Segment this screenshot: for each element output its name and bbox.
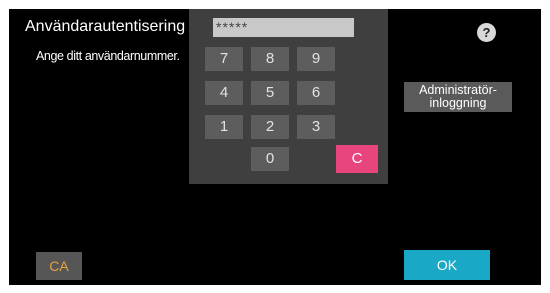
key-5[interactable]: 5 (251, 81, 289, 105)
key-4[interactable]: 4 (205, 81, 243, 105)
key-3[interactable]: 3 (297, 115, 335, 139)
key-2[interactable]: 2 (251, 115, 289, 139)
admin-login-button[interactable]: Administratör- inloggning (404, 82, 512, 112)
key-1[interactable]: 1 (205, 115, 243, 139)
ok-button[interactable]: OK (404, 250, 490, 280)
clear-all-button[interactable]: CA (36, 252, 82, 280)
auth-screen: Användarautentisering Ange ditt användar… (9, 9, 541, 285)
page-title: Användarautentisering (25, 18, 186, 35)
key-9[interactable]: 9 (297, 47, 335, 71)
key-7[interactable]: 7 (205, 47, 243, 71)
key-0[interactable]: 0 (251, 147, 289, 171)
keypad-panel: ***** 7 8 9 4 5 6 1 2 3 0 C (189, 9, 388, 184)
key-8[interactable]: 8 (251, 47, 289, 71)
help-icon[interactable]: ? (477, 23, 496, 42)
instruction-text: Ange ditt användarnummer. (36, 49, 180, 63)
key-6[interactable]: 6 (297, 81, 335, 105)
user-number-input[interactable]: ***** (213, 18, 354, 37)
clear-button[interactable]: C (336, 145, 378, 173)
admin-login-label-line2: inloggning (429, 96, 487, 110)
